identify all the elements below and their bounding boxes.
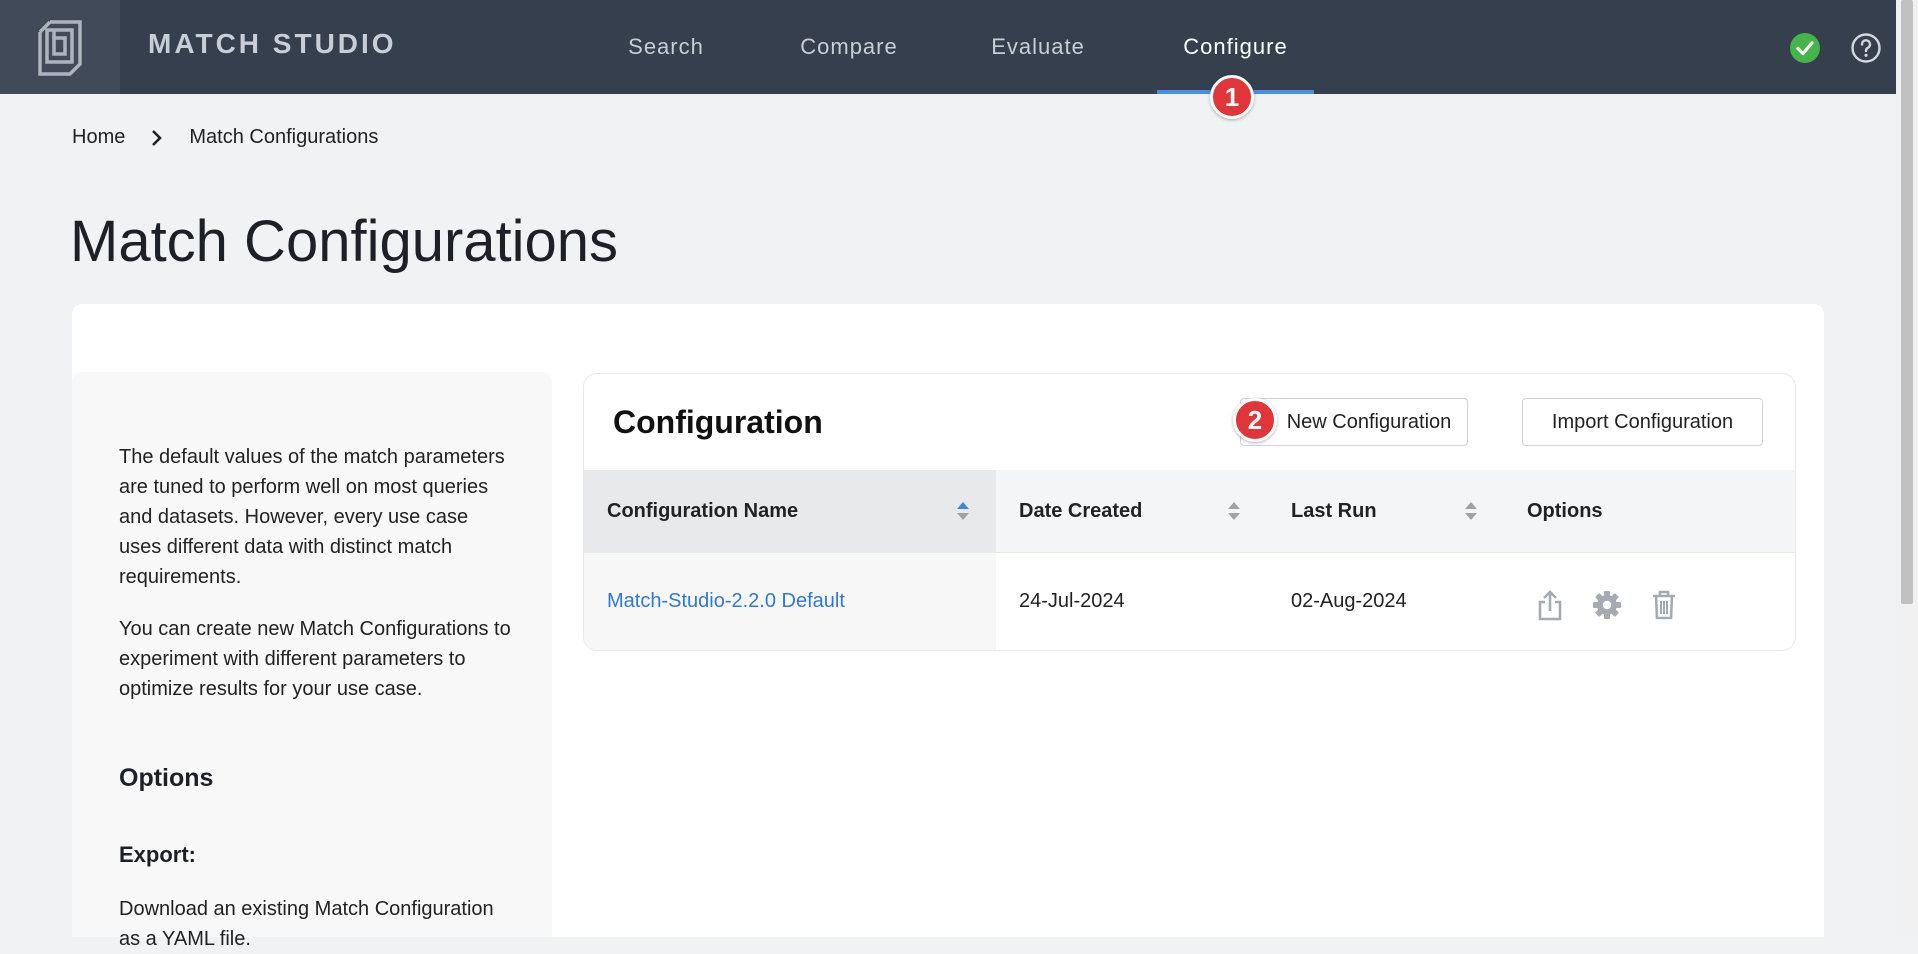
cell-configuration-name: Match-Studio-2.2.0 Default (584, 553, 996, 650)
check-circle-icon (1790, 33, 1820, 63)
column-header-options: Options (1527, 499, 1603, 522)
sort-icon[interactable] (1227, 500, 1241, 522)
breadcrumb-current: Match Configurations (189, 126, 379, 148)
import-configuration-button[interactable]: Import Configuration (1522, 398, 1763, 446)
page-title: Match Configurations (70, 209, 619, 274)
sort-ascending-icon[interactable] (956, 500, 970, 522)
cell-date-created: 24-Jul-2024 (1019, 590, 1125, 612)
export-heading: Export: (119, 842, 196, 867)
nav-search[interactable]: Search (609, 0, 723, 94)
export-description: Download an existing Match Configuration… (119, 898, 494, 950)
column-header-name-label: Configuration Name (607, 499, 799, 522)
column-header-last-run[interactable]: Last Run (1291, 470, 1471, 552)
help-circle-icon[interactable] (1851, 33, 1881, 63)
logo[interactable] (0, 0, 120, 94)
breadcrumb-home[interactable]: Home (72, 126, 125, 149)
top-navigation-bar: MATCH STUDIO Search Compare Evaluate Con… (0, 0, 1896, 94)
side-create-text: You can create new Match Configurations … (119, 618, 511, 700)
table-header: Configuration Name Date Created Last Run… (584, 470, 1795, 553)
step-badge-2: 2 (1233, 398, 1277, 442)
side-intro-text: The default values of the match paramete… (119, 446, 505, 588)
export-icon[interactable] (1536, 589, 1564, 621)
column-header-date-created[interactable]: Date Created (1019, 470, 1239, 552)
breadcrumb: Home Match Configurations (72, 126, 378, 149)
configuration-name-link[interactable]: Match-Studio-2.2.0 Default (607, 590, 845, 613)
cell-last-run: 02-Aug-2024 (1291, 590, 1407, 612)
column-header-name[interactable]: Configuration Name (584, 470, 996, 552)
settings-gear-icon[interactable] (1593, 589, 1621, 621)
step-badge-1: 1 (1210, 75, 1254, 119)
nav-evaluate[interactable]: Evaluate (974, 0, 1102, 94)
configuration-table-card: Configuration New Configuration Import C… (583, 373, 1796, 651)
trash-icon[interactable] (1650, 589, 1678, 621)
chevron-right-icon (151, 129, 163, 147)
options-heading: Options (119, 764, 214, 792)
nav-compare[interactable]: Compare (780, 0, 918, 94)
scrollbar-thumb[interactable] (1901, 0, 1913, 604)
sort-icon[interactable] (1464, 500, 1478, 522)
logo-icon (38, 20, 82, 76)
configuration-title: Configuration (613, 404, 823, 440)
table-row: Match-Studio-2.2.0 Default 24-Jul-2024 0… (584, 553, 1795, 650)
new-configuration-label: New Configuration (1286, 410, 1452, 433)
app-brand-title: MATCH STUDIO (148, 28, 397, 59)
